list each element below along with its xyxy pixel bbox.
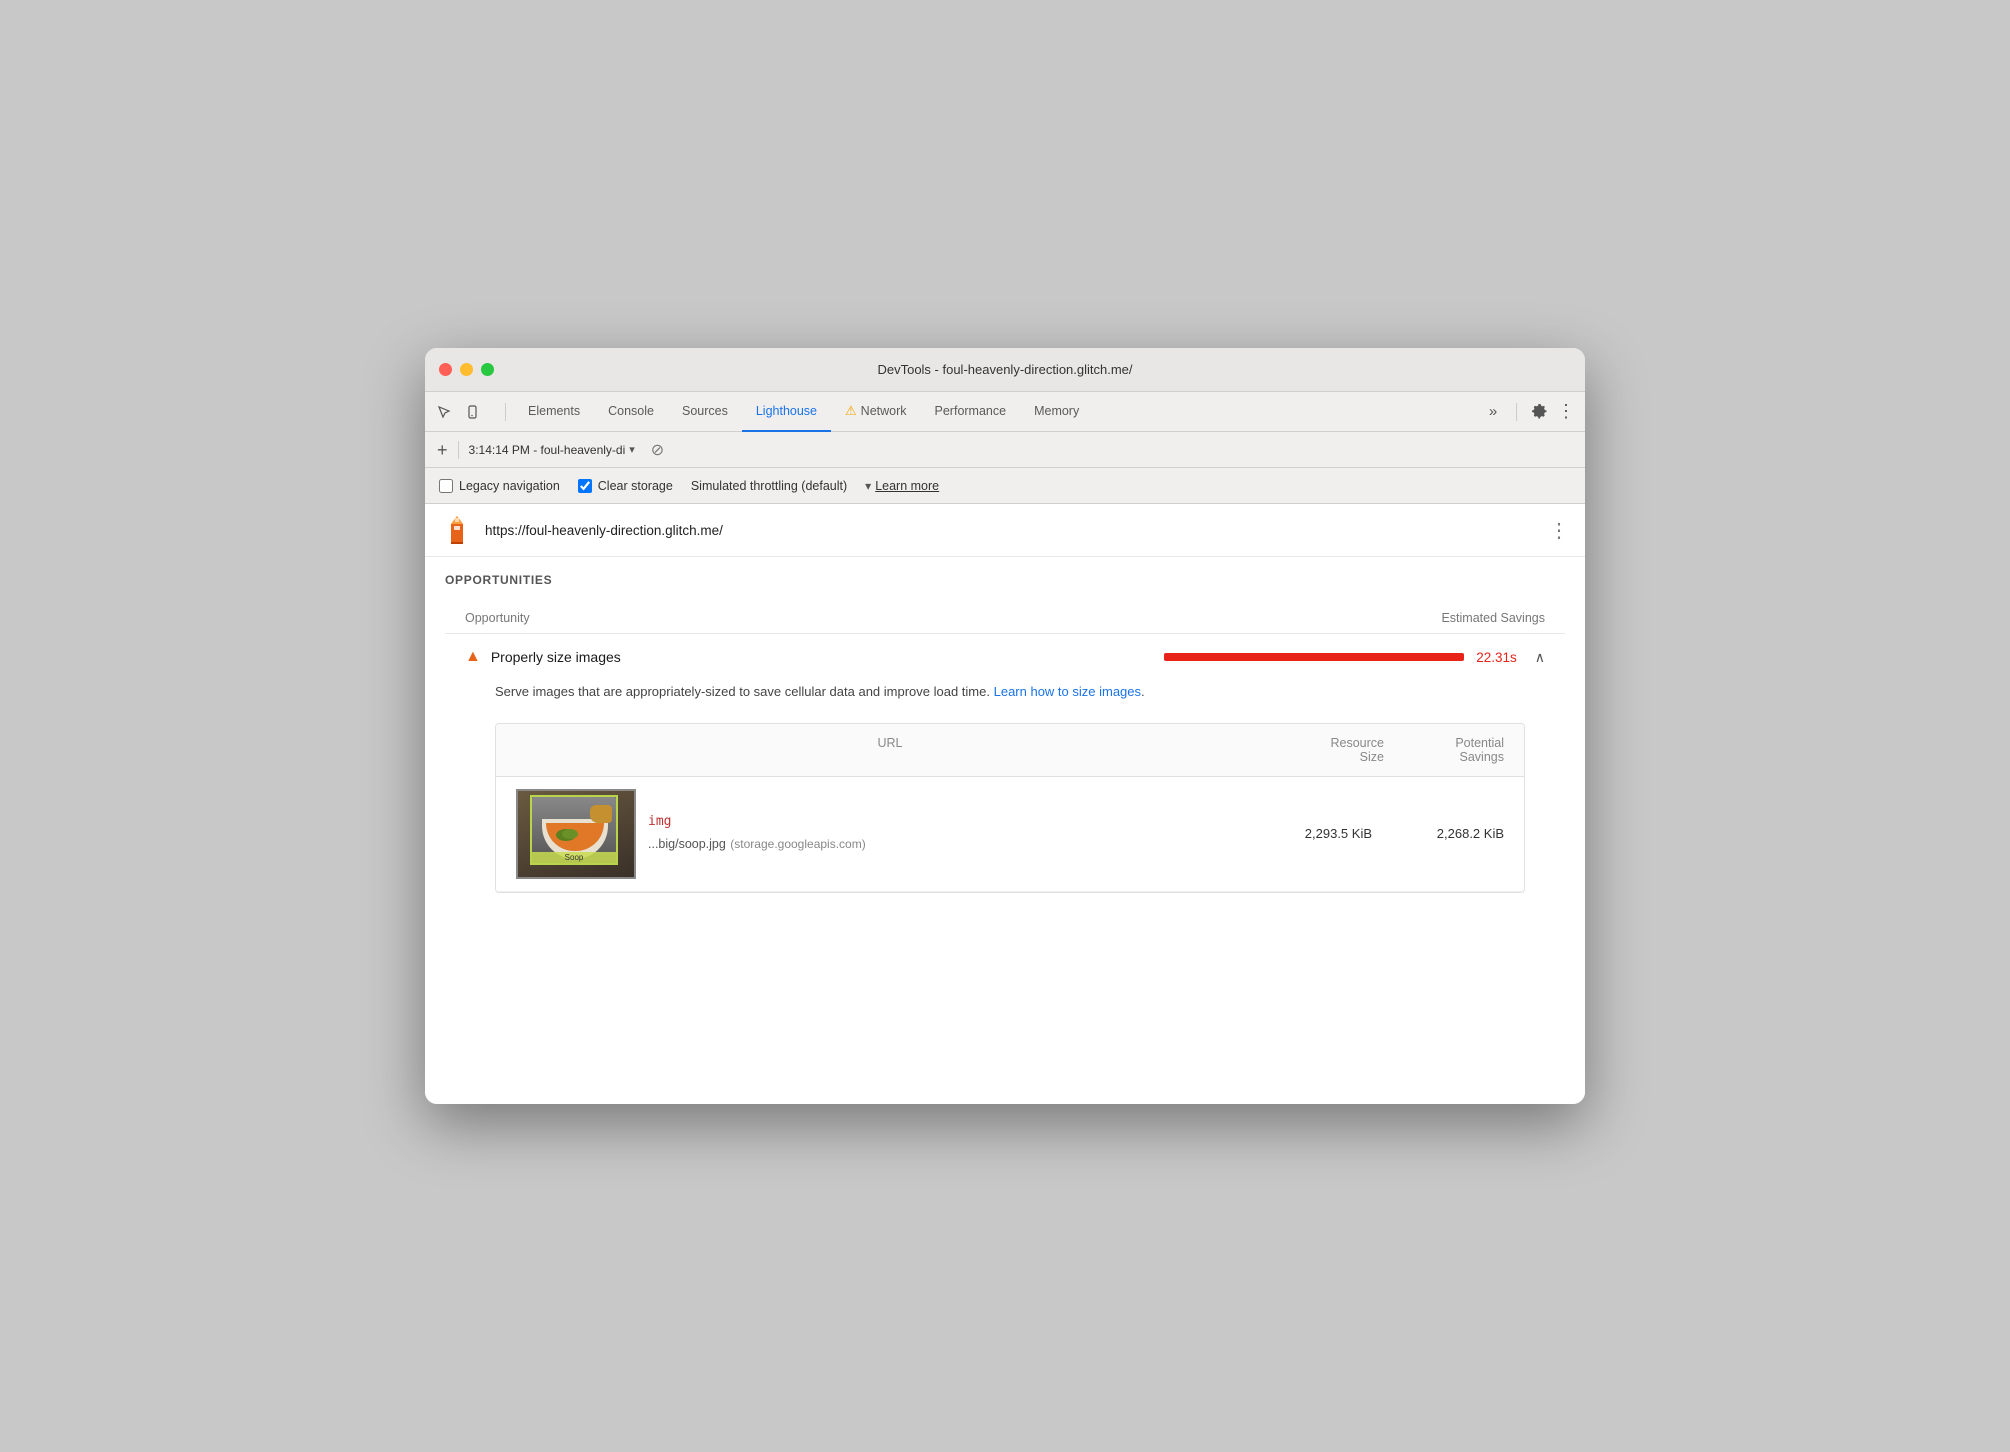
lighthouse-logo bbox=[441, 514, 473, 546]
url-info: img ...big/soop.jpg (storage.googleapis.… bbox=[648, 814, 1240, 853]
tab-network[interactable]: ⚠ Network bbox=[831, 392, 921, 432]
minimize-button[interactable] bbox=[460, 363, 473, 376]
traffic-lights bbox=[439, 363, 494, 376]
soup-label: Soop bbox=[532, 852, 616, 863]
main-content: https://foul-heavenly-direction.glitch.m… bbox=[425, 504, 1585, 1104]
opportunities-section: OPPORTUNITIES Opportunity Estimated Savi… bbox=[425, 557, 1585, 923]
col-savings-header: Estimated Savings bbox=[1441, 611, 1545, 625]
image-filename: ...big/soop.jpg (storage.googleapis.com) bbox=[648, 835, 1240, 853]
options-bar: Legacy navigation Clear storage Simulate… bbox=[425, 468, 1585, 504]
clear-storage-checkbox[interactable] bbox=[578, 479, 592, 493]
maximize-button[interactable] bbox=[481, 363, 494, 376]
thumbnail-inner: Soop bbox=[518, 791, 634, 877]
more-menu-button[interactable]: ⋮ bbox=[1555, 401, 1577, 423]
legacy-nav-checkbox[interactable] bbox=[439, 479, 453, 493]
resource-size: 2,293.5 KiB bbox=[1252, 826, 1372, 841]
opportunity-row-properly-size: ▲ Properly size images 22.31s ∧ Serve im… bbox=[445, 633, 1565, 923]
detail-col-url: URL bbox=[516, 736, 1264, 764]
close-button[interactable] bbox=[439, 363, 452, 376]
session-dropdown-icon: ▾ bbox=[629, 443, 635, 456]
legacy-nav-option[interactable]: Legacy navigation bbox=[439, 479, 560, 493]
add-session-button[interactable]: + bbox=[437, 441, 448, 459]
tab-elements[interactable]: Elements bbox=[514, 392, 594, 432]
url-more-button[interactable]: ⋮ bbox=[1549, 518, 1569, 543]
detail-col-potential: PotentialSavings bbox=[1384, 736, 1504, 764]
tab-lighthouse[interactable]: Lighthouse bbox=[742, 392, 831, 432]
more-tabs-button[interactable]: » bbox=[1482, 401, 1504, 423]
mobile-icon[interactable] bbox=[461, 401, 483, 423]
element-selector: img bbox=[648, 814, 1240, 829]
throttle-dropdown-icon[interactable]: ▾ bbox=[865, 479, 871, 493]
opportunity-detail: Serve images that are appropriately-size… bbox=[465, 666, 1545, 893]
tab-memory[interactable]: Memory bbox=[1020, 392, 1093, 432]
toolbar: + 3:14:14 PM - foul-heavenly-di ▾ ⊘ bbox=[425, 432, 1585, 468]
title-bar: DevTools - foul-heavenly-direction.glitc… bbox=[425, 348, 1585, 392]
opportunity-name: Properly size images bbox=[491, 649, 1154, 665]
expand-collapse-button[interactable]: ∧ bbox=[1535, 649, 1545, 666]
savings-bar bbox=[1164, 653, 1464, 661]
session-selector[interactable]: 3:14:14 PM - foul-heavenly-di ▾ bbox=[469, 443, 635, 457]
tab-sources[interactable]: Sources bbox=[668, 392, 742, 432]
opportunities-title: OPPORTUNITIES bbox=[445, 573, 1565, 587]
detail-description: Serve images that are appropriately-size… bbox=[495, 682, 1525, 703]
settings-button[interactable] bbox=[1529, 401, 1551, 423]
cursor-icon[interactable] bbox=[433, 401, 455, 423]
table-header: Opportunity Estimated Savings bbox=[445, 603, 1565, 633]
soup-image: Soop bbox=[530, 795, 618, 865]
tabs-divider bbox=[505, 403, 506, 421]
warning-triangle-icon: ▲ bbox=[465, 648, 481, 666]
image-thumbnail: Soop bbox=[516, 789, 636, 879]
detail-table: URL ResourceSize PotentialSavings bbox=[495, 723, 1525, 893]
learn-more-container: ▾ Learn more bbox=[865, 479, 939, 493]
tabs-bar: Elements Console Sources Lighthouse ⚠ Ne… bbox=[425, 392, 1585, 432]
network-warning-icon: ⚠ bbox=[845, 403, 857, 419]
window-title: DevTools - foul-heavenly-direction.glitc… bbox=[877, 362, 1132, 377]
block-icon: ⊘ bbox=[651, 440, 664, 460]
tab-console[interactable]: Console bbox=[594, 392, 668, 432]
opportunity-header: ▲ Properly size images 22.31s ∧ bbox=[465, 648, 1545, 666]
devtools-window: DevTools - foul-heavenly-direction.glitc… bbox=[425, 348, 1585, 1104]
tab-icons bbox=[433, 401, 483, 423]
col-opportunity-header: Opportunity bbox=[465, 611, 1441, 625]
throttle-text: Simulated throttling (default) bbox=[691, 479, 847, 493]
learn-how-link[interactable]: Learn how to size images bbox=[994, 684, 1141, 699]
learn-more-link[interactable]: Learn more bbox=[875, 479, 939, 493]
tab-performance[interactable]: Performance bbox=[921, 392, 1021, 432]
savings-bar-container: 22.31s bbox=[1164, 650, 1517, 665]
tabs-more: » ⋮ bbox=[1482, 401, 1577, 423]
url-bar: https://foul-heavenly-direction.glitch.m… bbox=[425, 504, 1585, 557]
detail-table-header: URL ResourceSize PotentialSavings bbox=[496, 724, 1524, 777]
table-row: Soop img ...big/soop.jpg bbox=[496, 777, 1524, 892]
detail-col-resource: ResourceSize bbox=[1264, 736, 1384, 764]
savings-time: 22.31s bbox=[1476, 650, 1517, 665]
clear-storage-option[interactable]: Clear storage bbox=[578, 479, 673, 493]
audit-url: https://foul-heavenly-direction.glitch.m… bbox=[485, 523, 1537, 538]
potential-savings: 2,268.2 KiB bbox=[1384, 826, 1504, 841]
